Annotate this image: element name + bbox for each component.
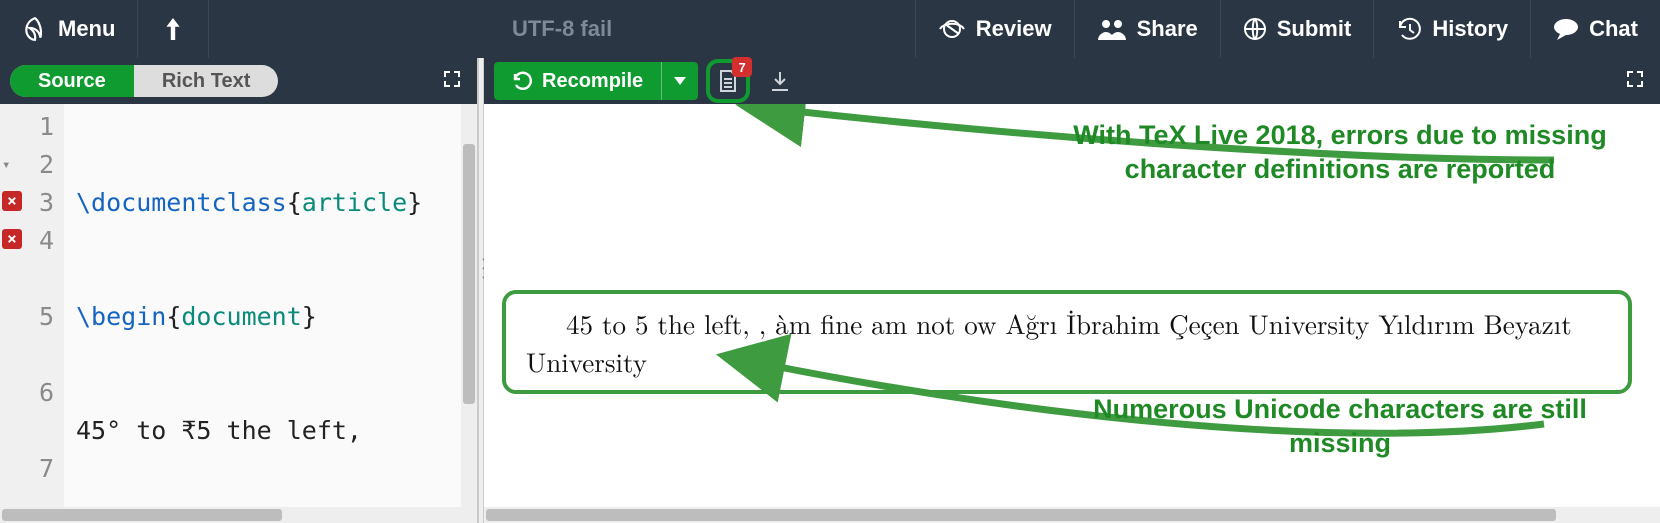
history-button[interactable]: History [1373,0,1530,58]
share-button-label: Share [1137,16,1198,42]
expand-preview-button[interactable] [1620,64,1650,99]
recompile-dropdown[interactable] [661,62,698,100]
menu-button-label: Menu [58,16,115,42]
richtext-tab[interactable]: Rich Text [134,65,279,97]
expand-editor-button[interactable] [437,64,467,99]
line-number: 7 [0,450,54,488]
annotation-text: With TeX Live 2018, errors due to missin… [1060,118,1620,186]
pdf-horizontal-scrollbar[interactable] [484,507,1660,523]
review-button[interactable]: Review [915,0,1074,58]
scrollbar-thumb[interactable] [463,144,475,404]
share-button[interactable]: Share [1074,0,1220,58]
refresh-icon [512,71,532,91]
submit-button[interactable]: Submit [1220,0,1374,58]
submit-button-label: Submit [1277,16,1352,42]
code-body[interactable]: \documentclass{article} \begin{document}… [64,104,477,523]
review-icon [938,18,966,40]
annotation-text: Numerous Unicode characters are still mi… [1060,392,1620,460]
line-number: 2 [0,146,54,184]
history-icon [1396,17,1422,41]
download-pdf-button[interactable] [762,63,798,99]
arrow-up-icon [164,18,182,40]
code-line: \documentclass{article} [76,184,477,222]
code-editor[interactable]: 1 2 3 4 5 6 7 \documentclass{article} \b… [0,104,477,523]
menu-button[interactable]: Menu [0,0,138,58]
line-number: 3 [0,184,54,222]
chat-button-label: Chat [1589,16,1638,42]
line-number: 5 [0,298,54,374]
preview-pane: Recompile 7 With TeX Li [484,58,1660,523]
main-area: Source Rich Text 1 2 3 4 5 6 7 \document… [0,58,1660,523]
line-number: 4 [0,222,54,298]
leaf-logo-icon [22,16,48,42]
people-icon [1097,18,1127,40]
toolbar-right: Review Share Submit History Chat [915,0,1660,58]
editor-tabbar: Source Rich Text [0,58,477,104]
code-line: \begin{document} [76,298,477,336]
editor-horizontal-scrollbar[interactable] [0,507,477,523]
logs-button[interactable]: 7 [706,59,750,103]
up-button[interactable] [138,0,209,58]
chat-icon [1553,18,1579,40]
editor-vertical-scrollbar[interactable] [461,104,477,523]
pdf-view[interactable]: With TeX Live 2018, errors due to missin… [484,104,1660,523]
code-line: 45° to ₹5 the left, [76,412,477,450]
review-button-label: Review [976,16,1052,42]
recompile-button[interactable]: Recompile [494,62,698,100]
line-gutter: 1 2 3 4 5 6 7 [0,104,64,523]
editor-mode-group: Source Rich Text [10,65,278,97]
globe-icon [1243,17,1267,41]
top-toolbar: Menu UTF-8 fail Review Share Submit Hist… [0,0,1660,58]
pdf-toolbar: Recompile 7 [484,58,1660,104]
scrollbar-thumb[interactable] [486,509,1556,521]
error-count-badge: 7 [732,57,752,77]
source-tab[interactable]: Source [10,65,134,97]
project-title: UTF-8 fail [209,16,914,42]
expand-icon [1626,70,1644,88]
expand-icon [443,70,461,88]
line-number: 1 [0,108,54,146]
caret-down-icon [674,77,686,85]
chat-button[interactable]: Chat [1530,0,1660,58]
download-icon [769,70,791,92]
recompile-button-label: Recompile [542,70,643,93]
line-number: 6 [0,374,54,450]
scrollbar-thumb[interactable] [2,509,282,521]
editor-pane: Source Rich Text 1 2 3 4 5 6 7 \document… [0,58,478,523]
history-button-label: History [1432,16,1508,42]
toolbar-left: Menu [0,0,209,58]
